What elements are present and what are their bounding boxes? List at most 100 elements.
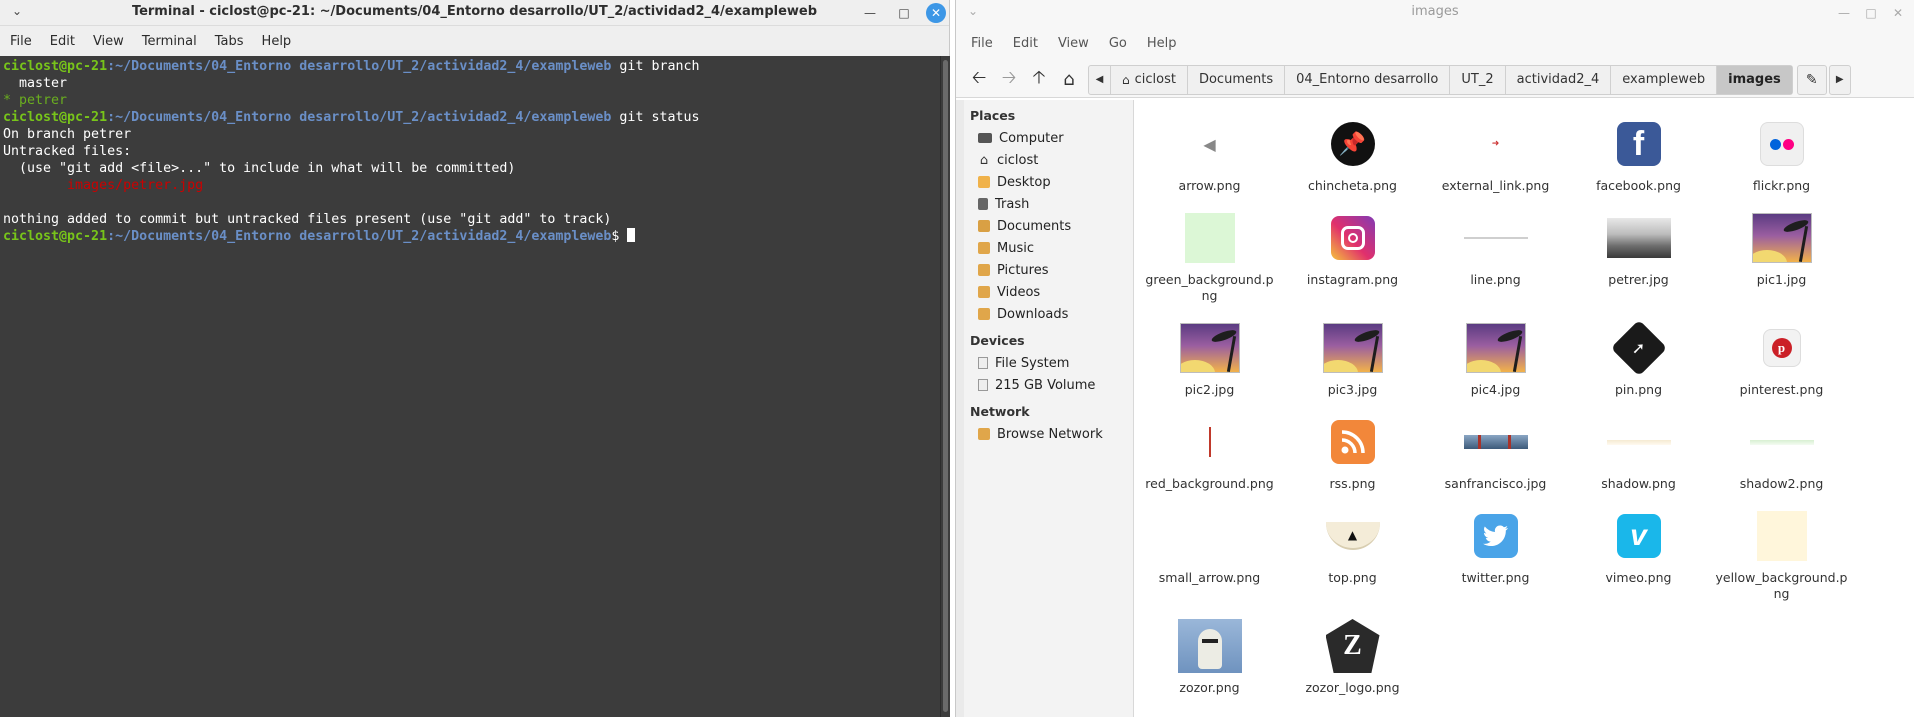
breadcrumb: ◀ ⌂ ciclost Documents 04_Entorno desarrol… (1088, 64, 1793, 95)
file-name: small_arrow.png (1158, 570, 1261, 585)
command-text: git status (611, 110, 700, 125)
sidebar-item-videos[interactable]: Videos (964, 281, 1133, 303)
maximize-icon[interactable]: □ (1861, 3, 1881, 23)
menu-view[interactable]: View (1058, 36, 1089, 51)
sidebar-item-ciclost[interactable]: ⌂ ciclost (964, 149, 1133, 171)
sidebar-heading-devices: Devices (970, 333, 1025, 348)
command-text: git branch (611, 59, 700, 74)
computer-icon (978, 133, 992, 143)
terminal-titlebar: ⌄ Terminal - ciclost@pc-21: ~/Documents/… (0, 0, 949, 26)
menu-file[interactable]: File (971, 36, 993, 51)
file-item[interactable]: ➚ pin.png (1567, 314, 1710, 408)
home-icon[interactable]: ⌂ (1054, 66, 1084, 94)
text-cursor (627, 228, 636, 242)
home-icon: ⌂ (979, 152, 989, 168)
breadcrumb-left-arrow-icon[interactable]: ◀ (1089, 65, 1111, 94)
file-manager-menubar: File Edit View Go Help (956, 24, 1914, 62)
sidebar-item-volume[interactable]: 215 GB Volume (964, 374, 1133, 396)
breadcrumb-exampleweb[interactable]: exampleweb (1611, 65, 1718, 94)
file-item[interactable]: ▲ top.png (1281, 502, 1424, 612)
close-icon[interactable]: ✕ (926, 3, 946, 23)
folder-music-icon (978, 242, 990, 254)
file-item[interactable]: v vimeo.png (1567, 502, 1710, 612)
sidebar-item-trash[interactable]: Trash (964, 193, 1133, 215)
breadcrumb-entorno[interactable]: 04_Entorno desarrollo (1285, 65, 1451, 94)
breadcrumb-right-arrow-icon[interactable]: ▶ (1828, 64, 1851, 95)
prompt-user: ciclost@pc-21 (3, 229, 108, 244)
line-thumb (1460, 208, 1532, 268)
green-swatch-thumb (1174, 208, 1246, 268)
file-item[interactable]: pic4.jpg (1424, 314, 1567, 408)
file-item[interactable]: ◀ arrow.png (1138, 110, 1281, 204)
file-item[interactable]: shadow2.png (1710, 408, 1853, 502)
sidebar-item-browse-network[interactable]: Browse Network (964, 423, 1133, 445)
sidebar-item-music[interactable]: Music (964, 237, 1133, 259)
scrollbar-thumb[interactable] (943, 60, 948, 712)
menu-tabs[interactable]: Tabs (215, 34, 244, 49)
minimize-icon[interactable]: — (1834, 3, 1854, 23)
file-item[interactable]: small_arrow.png (1138, 502, 1281, 612)
file-item[interactable]: 📌 chincheta.png (1281, 110, 1424, 204)
file-item[interactable]: Z zozor_logo.png (1281, 612, 1424, 722)
file-name: twitter.png (1461, 570, 1530, 585)
sidebar-item-label: Downloads (997, 306, 1069, 322)
file-item[interactable]: pic2.jpg (1138, 314, 1281, 408)
menu-help[interactable]: Help (262, 34, 292, 49)
sidebar-item-pictures[interactable]: Pictures (964, 259, 1133, 281)
file-name: red_background.png (1145, 476, 1274, 491)
menu-go[interactable]: Go (1109, 36, 1127, 51)
file-item[interactable]: sanfrancisco.jpg (1424, 408, 1567, 502)
sunset-thumb (1317, 318, 1389, 378)
sidebar-item-desktop[interactable]: Desktop (964, 171, 1133, 193)
drive-icon (978, 357, 988, 369)
file-item[interactable]: twitter.png (1424, 502, 1567, 612)
breadcrumb-documents[interactable]: Documents (1188, 65, 1286, 94)
minimize-icon[interactable]: — (860, 3, 880, 23)
file-item[interactable]: shadow.png (1567, 408, 1710, 502)
back-arrow-icon[interactable]: 🡠 (964, 66, 994, 94)
sidebar-item-documents[interactable]: Documents (964, 215, 1133, 237)
menu-file[interactable]: File (10, 34, 32, 49)
red-line-thumb (1174, 412, 1246, 472)
file-item[interactable]: f facebook.png (1567, 110, 1710, 204)
file-item[interactable]: pic1.jpg (1710, 204, 1853, 314)
sidebar-item-downloads[interactable]: Downloads (964, 303, 1133, 325)
folder-icon (978, 176, 990, 188)
terminal-output[interactable]: ciclost@pc-21:~/Documents/04_Entorno des… (0, 56, 940, 717)
file-item[interactable]: zozor.png (1138, 612, 1281, 722)
file-name: green_background.png (1145, 272, 1274, 303)
file-item[interactable]: green_background.png (1138, 204, 1281, 314)
file-item[interactable]: p pinterest.png (1710, 314, 1853, 408)
breadcrumb-ciclost[interactable]: ⌂ ciclost (1111, 65, 1188, 94)
file-item[interactable]: line.png (1424, 204, 1567, 314)
menu-view[interactable]: View (93, 34, 124, 49)
breadcrumb-actividad[interactable]: actividad2_4 (1506, 65, 1612, 94)
menu-edit[interactable]: Edit (1013, 36, 1038, 51)
menu-edit[interactable]: Edit (50, 34, 75, 49)
forward-arrow-icon[interactable]: 🡢 (994, 66, 1024, 94)
edit-location-pencil-icon[interactable]: ✎ (1796, 64, 1827, 95)
file-item[interactable]: rss.png (1281, 408, 1424, 502)
terminal-scrollbar[interactable] (940, 56, 950, 717)
sidebar-item-label: Trash (995, 196, 1030, 212)
file-item[interactable]: yellow_background.png (1710, 502, 1853, 612)
file-item[interactable]: pic3.jpg (1281, 314, 1424, 408)
file-item[interactable]: ➜ external_link.png (1424, 110, 1567, 204)
up-arrow-icon[interactable]: 🡡 (1024, 66, 1054, 94)
terminal-window: ⌄ Terminal - ciclost@pc-21: ~/Documents/… (0, 0, 950, 717)
breadcrumb-ut2[interactable]: UT_2 (1450, 65, 1506, 94)
external-link-thumb: ➜ (1491, 139, 1500, 149)
breadcrumb-images[interactable]: images (1717, 65, 1792, 94)
file-item[interactable]: petrer.jpg (1567, 204, 1710, 314)
file-item[interactable]: red_background.png (1138, 408, 1281, 502)
menu-help[interactable]: Help (1147, 36, 1177, 51)
sidebar-item-file-system[interactable]: File System (964, 352, 1133, 374)
terminal-line: (use "git add <file>..." to include in w… (3, 161, 516, 176)
file-item[interactable]: flickr.png (1710, 110, 1853, 204)
sidebar-item-computer[interactable]: Computer (964, 127, 1133, 149)
file-item[interactable]: instagram.png (1281, 204, 1424, 314)
maximize-icon[interactable]: □ (894, 3, 914, 23)
close-icon[interactable]: ✕ (1888, 3, 1908, 23)
menu-terminal[interactable]: Terminal (142, 34, 197, 49)
folder-videos-icon (978, 286, 990, 298)
